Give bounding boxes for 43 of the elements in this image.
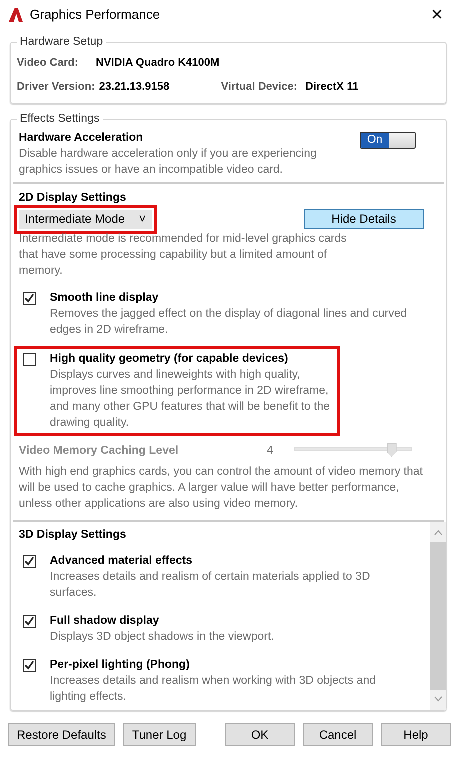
mode-dropdown[interactable]: Intermediate Mode ˅ [19,210,152,228]
description-text: Increases details and realism of certain materials applied to 3D surfaces. [50,570,372,601]
option-label: Advanced material effects [50,554,194,569]
scrollbar-thumb[interactable] [430,542,446,690]
field-value: NVIDIA Quadro K4100M [96,56,220,71]
section-heading: 3D Display Settings [19,528,128,543]
description-text: With high end graphics cards, you can control the amount of video memory that will be used to cache graphics. A larger value will have better performance, unless other applications are also using video memory. [19,465,424,512]
section-heading: Hardware Acceleration [19,131,144,146]
option-label: High quality geometry (for capable devices) [50,352,290,367]
group-title: Effects Settings [17,111,103,127]
checkbox[interactable] [23,615,36,628]
window-title: Graphics Performance [30,7,160,23]
dialog-button[interactable]: Restore Defaults [8,723,116,746]
description-text: Intermediate mode is recommended for mid-level graphics cards that have some processing capability but a limited amount of memory. [19,232,348,279]
dialog-button[interactable]: Tuner Log [123,723,196,746]
option-label: Per-pixel lighting (Phong) [50,658,191,673]
field-label: Video Card: [17,56,80,71]
slider-reading: 4 [267,444,274,459]
field-value: DirectX 11 [306,80,359,95]
field-value: 23.21.13.9158 [99,80,171,95]
description-text: Removes the jagged effect on the display of diagonal lines and curved edges in 2D wireframe. [50,307,408,338]
section-heading: 2D Display Settings [19,191,128,206]
hide-details-button[interactable]: Hide Details [304,209,424,229]
checkbox[interactable] [23,292,36,305]
checkbox[interactable] [23,555,36,568]
description-text: Displays curves and lineweights with high quality, improves line smoothing performance in 2D wireframe, and many other GPU features that will be benefit to the drawing quality. [50,368,331,431]
app-logo-icon [8,7,24,23]
option-label: Full shadow display [50,614,160,629]
option-label: Smooth line display [50,291,160,306]
close-button[interactable]: × [427,5,447,25]
dialog-button[interactable]: OK [225,723,295,746]
dialog-button[interactable]: Help [381,723,451,746]
dialog-button[interactable]: Cancel [303,723,373,746]
description-text: Disable hardware acceleration only if you are experiencing graphics issues or have an incompatible video card. [19,147,318,178]
description-text: Displays 3D object shadows in the viewport. [50,630,274,645]
toggle-switch[interactable]: On [360,132,416,149]
slider-label: Video Memory Caching Level [19,444,180,459]
field-label: Driver Version: [17,80,96,95]
field-label: Virtual Device: [221,80,298,95]
group-title: Hardware Setup [17,34,106,50]
checkbox[interactable] [23,659,36,672]
description-text: Increases details and realism when working with 3D objects and lighting effects. [50,674,377,705]
checkbox[interactable] [23,353,36,366]
